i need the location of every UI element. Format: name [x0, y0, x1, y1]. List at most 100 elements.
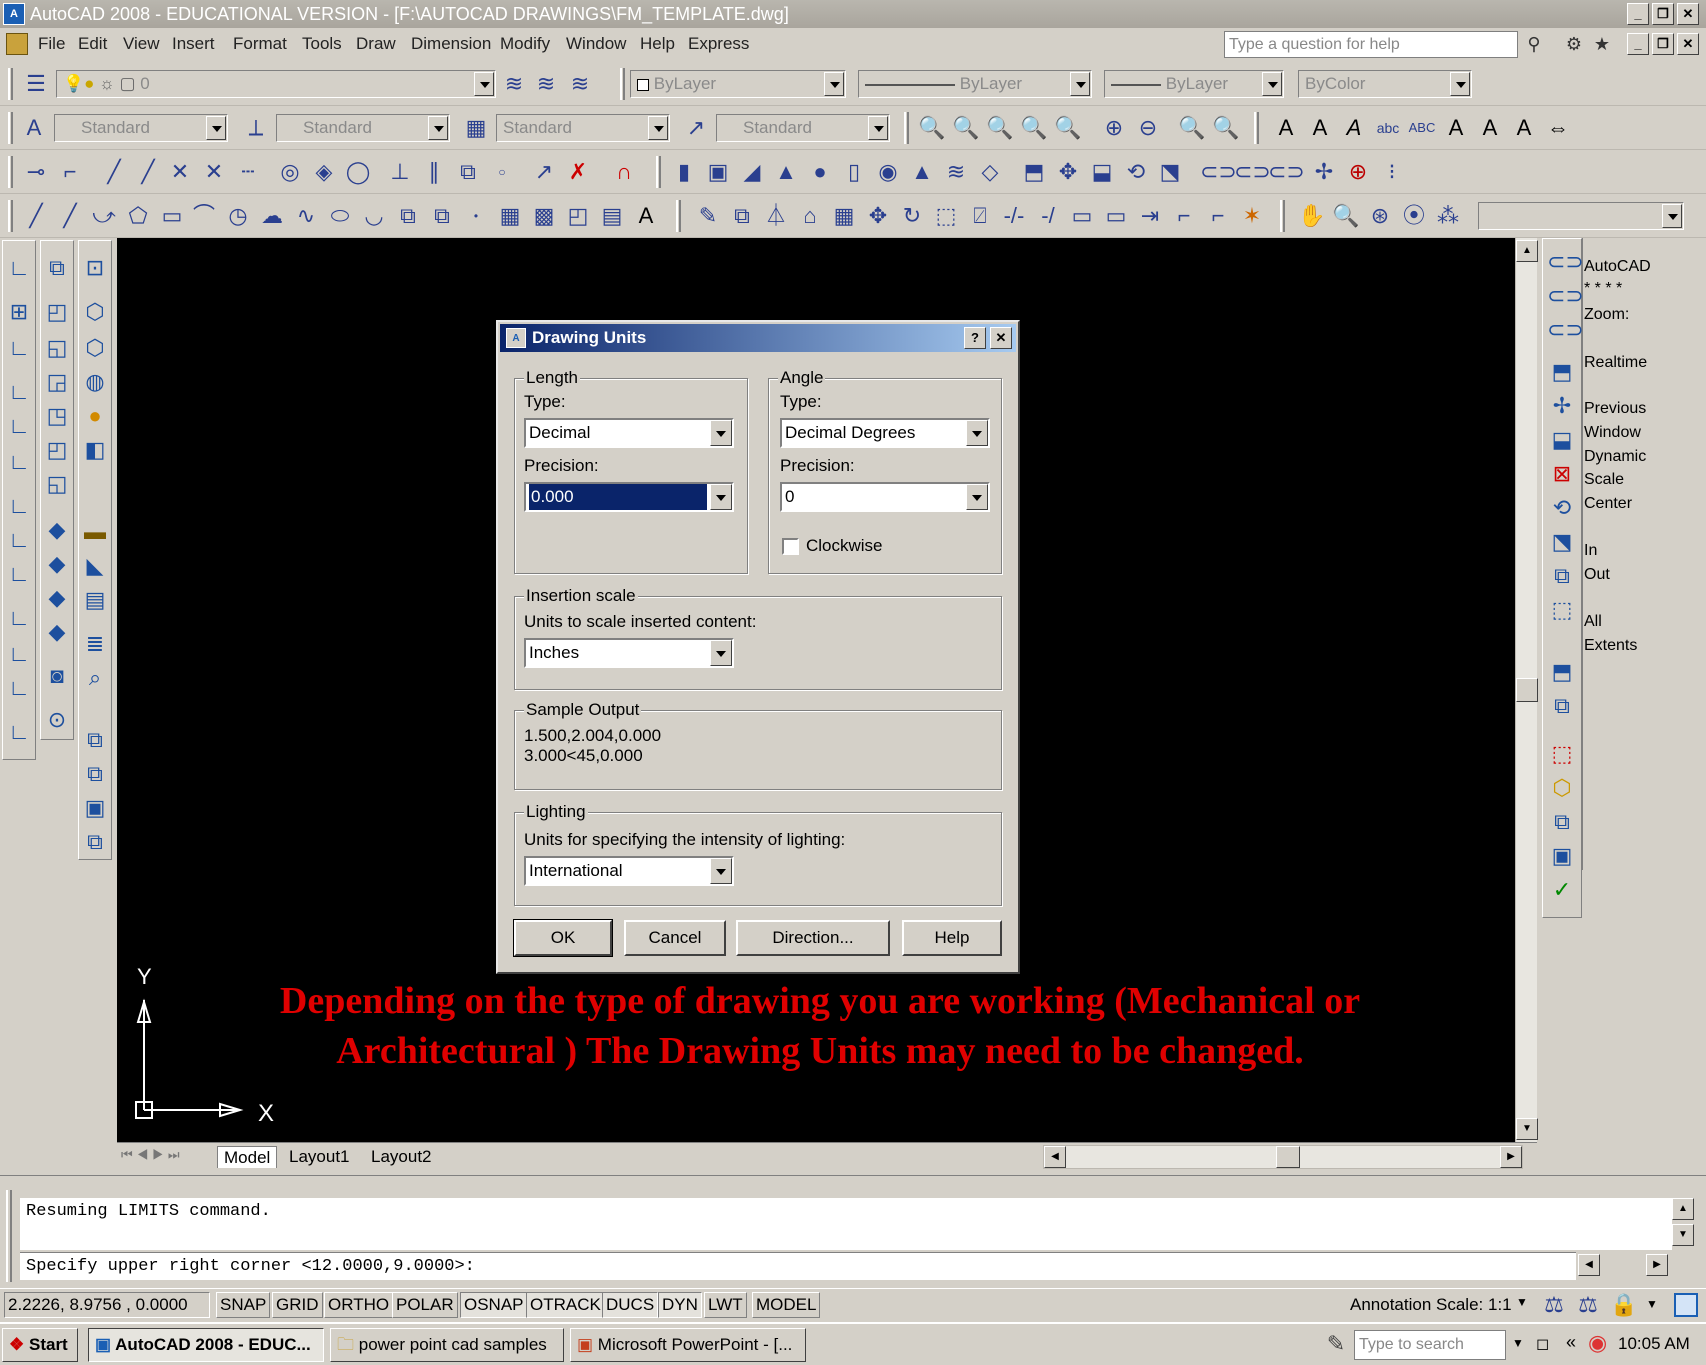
sw-iso-icon[interactable]: ◆: [42, 515, 72, 545]
tab-model[interactable]: Model: [217, 1146, 278, 1168]
length-type-select[interactable]: Decimal: [524, 418, 734, 448]
dyn-toggle[interactable]: DYN: [658, 1292, 702, 1318]
scroll-up-icon[interactable]: ▲: [1516, 240, 1538, 262]
planar-surface-icon[interactable]: ◇: [976, 158, 1004, 186]
toolbar-grip[interactable]: [656, 156, 661, 188]
cmd-scroll-up-icon[interactable]: ▲: [1672, 1198, 1694, 1220]
box-icon[interactable]: ▣: [704, 158, 732, 186]
snap-none-icon[interactable]: ✗: [564, 158, 592, 186]
menu-dimension[interactable]: Dimension: [411, 34, 491, 54]
zoom-panel-in[interactable]: In: [1584, 542, 1597, 560]
menu-tools[interactable]: Tools: [302, 34, 342, 54]
break-at-point-icon[interactable]: ▭: [1068, 202, 1096, 230]
subtract-2-icon[interactable]: ⊂⊃: [1547, 281, 1584, 311]
status-menu-chevron-icon[interactable]: ▼: [1646, 1297, 1658, 1311]
snap-apparent-intersection-icon[interactable]: ✕: [200, 158, 228, 186]
cmd-scroll-down-icon[interactable]: ▼: [1672, 1224, 1694, 1246]
command-input[interactable]: Specify upper right corner <12.0000,9.00…: [20, 1252, 1576, 1280]
zoom-window-icon[interactable]: 🔍: [986, 114, 1014, 142]
snap-insert-icon[interactable]: ⧉: [454, 158, 482, 186]
trim-icon[interactable]: -/-: [1000, 202, 1028, 230]
ucs-z-icon[interactable]: ∟: [4, 673, 34, 703]
line-icon[interactable]: ╱: [22, 202, 50, 230]
walk-icon[interactable]: ⁂: [1434, 202, 1462, 230]
tray-app-icon[interactable]: ◉: [1588, 1330, 1607, 1356]
arc-icon[interactable]: ⌒: [190, 202, 218, 230]
cone-icon[interactable]: ▲: [772, 158, 800, 186]
scale-text-icon[interactable]: A: [1476, 114, 1504, 142]
named-views-icon[interactable]: ⧉: [42, 253, 72, 283]
menu-express[interactable]: Express: [688, 34, 749, 54]
model-toggle[interactable]: MODEL: [752, 1292, 821, 1318]
chevron-down-icon[interactable]: [1662, 204, 1682, 228]
pyramid-icon[interactable]: ▲: [908, 158, 936, 186]
wedge-icon[interactable]: ◢: [738, 158, 766, 186]
menu-modify[interactable]: Modify: [500, 34, 550, 54]
pen-icon[interactable]: ✎: [1322, 1330, 1350, 1358]
toolbar-grip[interactable]: [8, 112, 13, 144]
table-style-combo[interactable]: Standard: [496, 114, 670, 142]
text-style-combo[interactable]: Standard: [54, 114, 228, 142]
insert-block-icon[interactable]: ⧉: [394, 202, 422, 230]
plotstyle-combo[interactable]: ByColor: [1298, 70, 1472, 98]
zoom-panel-scale[interactable]: Scale: [1584, 471, 1624, 489]
cmd-scroll-left-icon[interactable]: ◀: [1578, 1254, 1600, 1276]
table-style-icon[interactable]: ▦: [462, 114, 490, 142]
chevron-down-icon[interactable]: [474, 72, 494, 96]
layer-states-icon[interactable]: ≋: [566, 70, 594, 98]
zoom-dynamic-icon[interactable]: 🔍: [1020, 114, 1048, 142]
region-icon[interactable]: ◰: [564, 202, 592, 230]
copy-faces-icon[interactable]: ⧉: [1547, 561, 1577, 591]
inquiry-area-icon[interactable]: ◣: [80, 551, 110, 581]
realistic-icon[interactable]: ●: [80, 401, 110, 431]
annotation-scale-chevron-icon[interactable]: ▼: [1516, 1295, 1528, 1309]
lighting-units-select[interactable]: International: [524, 856, 734, 886]
show-desktop-icon[interactable]: ◻: [1536, 1334, 1549, 1354]
zoom-panel-realtime[interactable]: Realtime: [1584, 354, 1647, 372]
inquiry-list-icon[interactable]: ≣: [80, 629, 110, 659]
chevron-down-icon[interactable]: [1450, 72, 1470, 96]
chevron-down-icon[interactable]: [824, 72, 844, 96]
menu-view[interactable]: View: [123, 34, 160, 54]
clean-screen-icon[interactable]: [1674, 1293, 1698, 1317]
scale-icon[interactable]: ⬚: [932, 202, 960, 230]
rectangle-icon[interactable]: ▭: [158, 202, 186, 230]
snap-extension-icon[interactable]: ┄: [234, 158, 262, 186]
multiline-text-icon[interactable]: A: [1272, 114, 1300, 142]
ucs-previous-icon[interactable]: ∟: [4, 333, 34, 363]
stretch-icon[interactable]: ⍁: [966, 202, 994, 230]
edit-text-icon[interactable]: A: [1340, 114, 1368, 142]
tab-nav-arrows-icon[interactable]: ⏮◀▶⏭: [121, 1147, 184, 1163]
rotate-faces-icon[interactable]: ⟲: [1547, 493, 1577, 523]
doc-restore-icon[interactable]: ❐: [1652, 33, 1674, 55]
move-icon[interactable]: ✥: [864, 202, 892, 230]
favorites-star-icon[interactable]: ★: [1588, 30, 1616, 58]
cmd-scroll-right-icon[interactable]: ▶: [1646, 1254, 1668, 1276]
help-search-input[interactable]: Type a question for help: [1224, 31, 1518, 58]
annotation-scale-value[interactable]: 1:1: [1488, 1295, 1512, 1315]
spell-check-icon[interactable]: ABC: [1408, 114, 1436, 142]
zoom-all-icon[interactable]: 🔍: [1178, 114, 1206, 142]
make-layer-current-icon[interactable]: ≋: [500, 70, 528, 98]
menu-format[interactable]: Format: [233, 34, 287, 54]
menu-edit[interactable]: Edit: [78, 34, 107, 54]
ucs-icon[interactable]: ∟: [4, 253, 34, 283]
nw-iso-icon[interactable]: ◆: [42, 617, 72, 647]
ne-iso-icon[interactable]: ◆: [42, 583, 72, 613]
array-icon[interactable]: ▦: [830, 202, 858, 230]
grid-toggle[interactable]: GRID: [272, 1292, 323, 1318]
loft-icon[interactable]: ⬔: [1156, 158, 1184, 186]
conceptual-icon[interactable]: ◧: [80, 435, 110, 465]
doc-minimize-icon[interactable]: _: [1627, 33, 1649, 55]
delete-faces-icon[interactable]: ⊠: [1547, 459, 1577, 489]
erase-icon[interactable]: ✎: [694, 202, 722, 230]
top-view-icon[interactable]: ◰: [42, 297, 72, 327]
zoom-out-icon[interactable]: ⊖: [1134, 114, 1162, 142]
color-faces-icon[interactable]: ⬚: [1547, 595, 1577, 625]
convert-distance-icon[interactable]: ⇔: [1544, 114, 1572, 142]
layer-combo[interactable]: 💡● ☼ ▢ 0: [56, 70, 496, 98]
extrude-faces-icon[interactable]: ⬒: [1547, 357, 1577, 387]
zoom-scale-icon[interactable]: 🔍: [1054, 114, 1082, 142]
chamfer-icon[interactable]: ⌐: [1170, 202, 1198, 230]
scroll-down-icon[interactable]: ▼: [1516, 1118, 1538, 1140]
